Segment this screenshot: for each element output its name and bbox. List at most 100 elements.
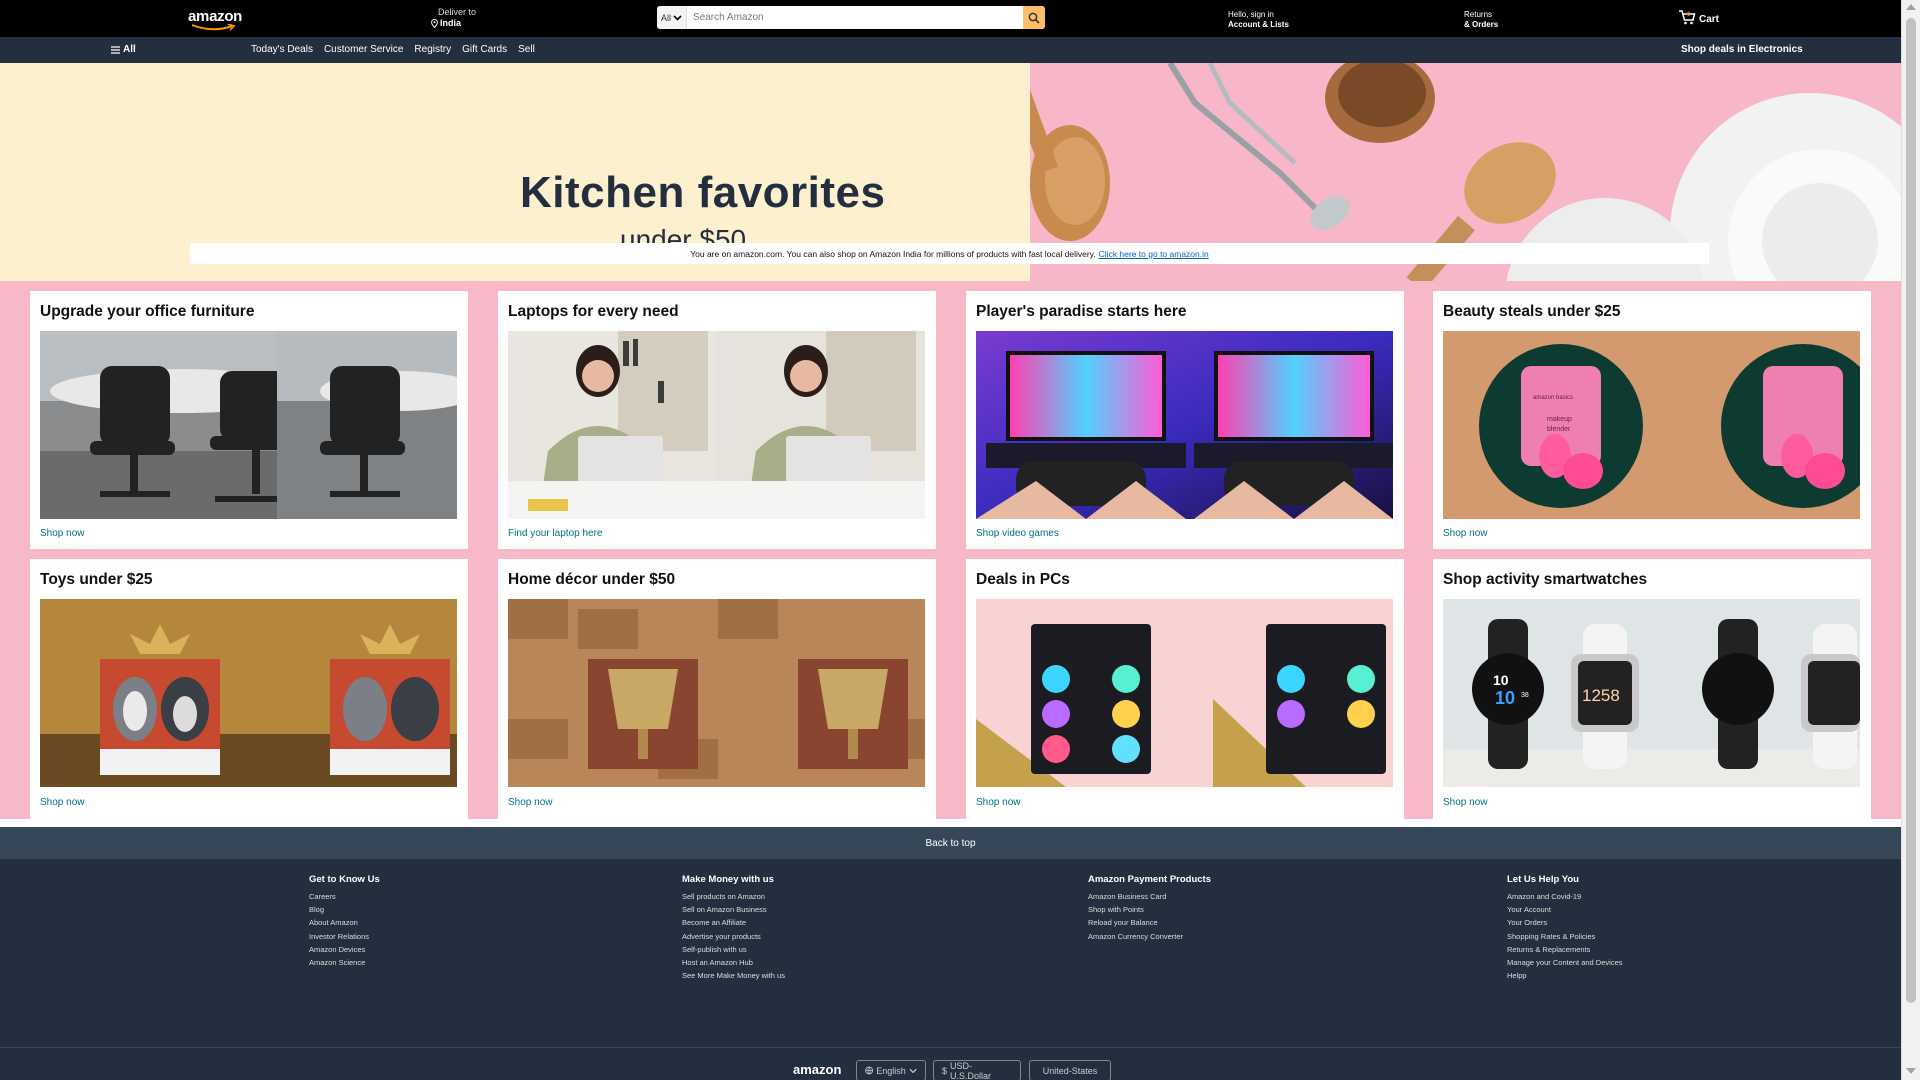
scroll-up-arrow-icon[interactable]: [1906, 4, 1916, 10]
hero-title: Kitchen favorites: [520, 168, 886, 217]
search-bar: All: [657, 6, 1045, 29]
nav-links: Today's Deals Customer Service Registry …: [251, 44, 546, 55]
back-to-top-label: Back to top: [925, 837, 976, 849]
chevron-down-icon: [673, 14, 682, 21]
gaming-setup-image[interactable]: [976, 331, 1393, 519]
footer-link[interactable]: Become an Affiliate: [682, 916, 785, 929]
card-shop-now-link[interactable]: Shop now: [40, 528, 84, 539]
back-to-top-button[interactable]: Back to top: [0, 827, 1901, 859]
orders-label: & Orders: [1464, 20, 1499, 29]
plush-toys-image[interactable]: [40, 599, 457, 787]
cart-label: Cart: [1699, 14, 1720, 25]
footer-link[interactable]: Amazon Science: [309, 956, 380, 969]
footer-link[interactable]: Shopping Rates & Policies: [1507, 930, 1623, 943]
account-lists-label: Account & Lists: [1228, 20, 1289, 29]
top-nav-bar: amazon Deliver to India All Search Amazo…: [0, 0, 1901, 37]
language-select[interactable]: English: [856, 1060, 926, 1080]
page-scrollbar[interactable]: [1901, 0, 1920, 1080]
card-title: Deals in PCs: [976, 571, 1070, 588]
footer-amazon-logo[interactable]: amazon: [793, 1062, 841, 1077]
country-select[interactable]: United-States: [1029, 1060, 1111, 1080]
footer-column-make-money: Make Money with us Sell products on Amaz…: [682, 874, 785, 982]
footer-link[interactable]: Amazon Business Card: [1088, 890, 1211, 903]
nav-link-sell[interactable]: Sell: [518, 44, 535, 55]
card-find-laptop-link[interactable]: Find your laptop here: [508, 528, 603, 539]
footer-link[interactable]: Careers: [309, 890, 380, 903]
search-input[interactable]: [687, 6, 1023, 29]
returns-and-orders[interactable]: Returns & Orders: [1464, 10, 1498, 30]
content-grid: Upgrade your office furniture Shop now L…: [0, 281, 1901, 819]
footer-column-heading: Get to Know Us: [309, 874, 380, 885]
footer-column-heading: Amazon Payment Products: [1088, 874, 1211, 885]
all-menu-button[interactable]: All: [111, 44, 136, 55]
product-name-text: makeup: [1547, 416, 1572, 423]
nav-link-todays-deals[interactable]: Today's Deals: [251, 44, 313, 55]
footer-link[interactable]: See More Make Money with us: [682, 969, 785, 982]
currency-select[interactable]: $ USD-U.S.Dollar: [933, 1060, 1021, 1080]
cart-button[interactable]: 0 Cart: [1678, 9, 1719, 25]
search-category-select[interactable]: All: [657, 6, 687, 29]
account-and-lists[interactable]: Hello, sign in Account & Lists: [1228, 10, 1289, 30]
footer-logo-text: amazon: [793, 1062, 842, 1077]
watch-digital-text: 1258: [1582, 686, 1620, 705]
footer-link[interactable]: Sell on Amazon Business: [682, 903, 785, 916]
footer-column-payment-products: Amazon Payment Products Amazon Business …: [1088, 874, 1211, 943]
amazon-india-notice: You are on amazon.com. You can also shop…: [190, 243, 1709, 264]
menu-icon: [111, 45, 120, 54]
footer-bottom-bar: amazon English $ USD-U.S.Dollar United-S…: [0, 1047, 1901, 1080]
card-shop-video-games-link[interactable]: Shop video games: [976, 528, 1059, 539]
footer-link[interactable]: Blog: [309, 903, 380, 916]
deliver-to-location[interactable]: Deliver to India: [431, 7, 476, 29]
footer-link[interactable]: Amazon and Covid-19: [1507, 890, 1623, 903]
card-shop-now-link[interactable]: Shop now: [976, 797, 1020, 808]
nav-link-registry[interactable]: Registry: [414, 44, 451, 55]
card-toys: Toys under $25 Shop now: [30, 559, 468, 819]
makeup-blender-image[interactable]: amazon basics makeup blender: [1443, 331, 1860, 519]
footer-link[interactable]: Amazon Devices: [309, 943, 380, 956]
footer-link[interactable]: About Amazon: [309, 916, 380, 929]
footer-link[interactable]: Your Orders: [1507, 916, 1623, 929]
footer-column-heading: Let Us Help You: [1507, 874, 1579, 885]
laptop-woman-image[interactable]: [508, 331, 925, 519]
card-title: Home décor under $50: [508, 571, 676, 588]
go-to-amazon-in-link[interactable]: Click here to go to amazon.in: [1099, 249, 1209, 259]
scrollbar-thumb[interactable]: [1906, 18, 1916, 1003]
footer-link[interactable]: Your Account: [1507, 903, 1623, 916]
amazon-logo[interactable]: amazon: [188, 8, 243, 31]
footer-link[interactable]: Shop with Points: [1088, 903, 1211, 916]
nav-link-customer-service[interactable]: Customer Service: [324, 44, 403, 55]
footer-link[interactable]: Manage your Content and Devices: [1507, 956, 1623, 969]
lamp-boxes-image[interactable]: [508, 599, 925, 787]
account-greeting: Hello, sign in: [1228, 10, 1274, 19]
smartwatches-image[interactable]: 10 10 38 1258: [1443, 599, 1860, 787]
footer-link[interactable]: Advertise your products: [682, 930, 785, 943]
card-shop-now-link[interactable]: Shop now: [508, 797, 552, 808]
card-video-games: Player's paradise starts here Shop video…: [966, 291, 1404, 549]
footer-link[interactable]: Returns & Replacements: [1507, 943, 1623, 956]
footer-link[interactable]: Amazon Currency Converter: [1088, 930, 1211, 943]
deliver-country: India: [440, 18, 462, 28]
gaming-pc-image[interactable]: [976, 599, 1393, 787]
footer-column-get-to-know-us: Get to Know Us Careers Blog About Amazon…: [309, 874, 380, 969]
card-title: Player's paradise starts here: [976, 303, 1187, 320]
logo-text: amazon: [188, 8, 243, 25]
nav-link-gift-cards[interactable]: Gift Cards: [462, 44, 507, 55]
footer-link[interactable]: Investor Relations: [309, 930, 380, 943]
footer-link[interactable]: Helpp: [1507, 969, 1623, 982]
watch-hour-text: 10: [1495, 688, 1515, 708]
all-menu-label: All: [123, 44, 136, 55]
card-shop-now-link[interactable]: Shop now: [40, 797, 84, 808]
footer-link[interactable]: Self-publish with us: [682, 943, 785, 956]
office-chair-image[interactable]: [40, 331, 457, 519]
location-pin-icon: [431, 19, 438, 28]
card-shop-now-link[interactable]: Shop now: [1443, 797, 1487, 808]
footer-link[interactable]: Reload your Balance: [1088, 916, 1211, 929]
product-brand-text: amazon basics: [1533, 395, 1573, 401]
deliver-label: Deliver to: [438, 7, 477, 17]
card-shop-now-link[interactable]: Shop now: [1443, 528, 1487, 539]
footer-link[interactable]: Host an Amazon Hub: [682, 956, 785, 969]
scroll-down-arrow-icon[interactable]: [1906, 1068, 1916, 1074]
footer-link[interactable]: Sell products on Amazon: [682, 890, 785, 903]
search-button[interactable]: [1023, 6, 1045, 29]
electronics-deals-link[interactable]: Shop deals in Electronics: [1681, 44, 1803, 55]
